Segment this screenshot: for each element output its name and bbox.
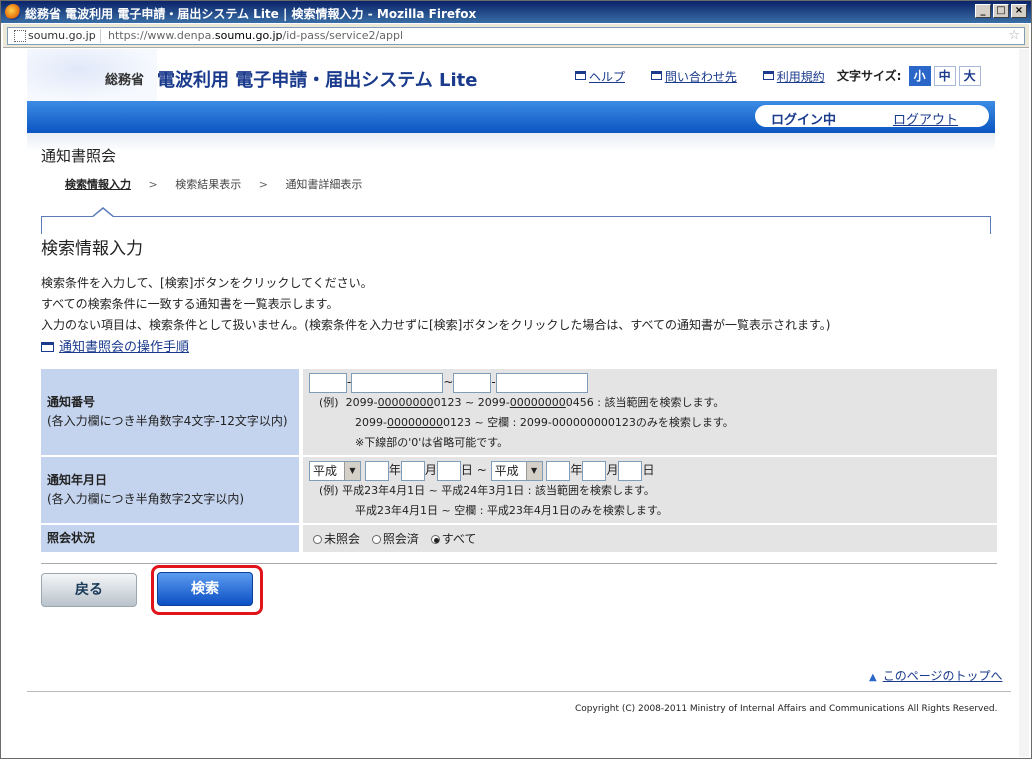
- radio-icon: [313, 534, 322, 544]
- status-viewed-option[interactable]: 照会済: [371, 532, 419, 546]
- url-text[interactable]: https://www.denpa.soumu.go.jp/id-pass/se…: [108, 29, 403, 43]
- notice-number-hint: (各入力欄につき半角数字4文字-12文字以内): [47, 414, 288, 428]
- page-heading: 検索情報入力: [41, 239, 143, 259]
- title-bar: 総務省 電波利用 電子申請・届出システム Lite | 検索情報入力 - Moz…: [1, 1, 1031, 23]
- manual-link[interactable]: 通知書照会の操作手順: [41, 340, 189, 355]
- font-size-label: 文字サイズ:: [837, 69, 902, 83]
- help-link[interactable]: ヘルプ: [575, 70, 625, 84]
- session-bar: ログイン中 ログアウト: [27, 101, 995, 133]
- header-links: ヘルプ 問い合わせ先 利用規約: [575, 68, 847, 85]
- maximize-button[interactable]: □: [993, 4, 1009, 18]
- manual-link-row: 通知書照会の操作手順: [41, 336, 189, 355]
- terms-link[interactable]: 利用規約: [762, 70, 825, 84]
- close-button[interactable]: ×: [1011, 4, 1027, 18]
- notice-date-hint: (各入力欄につき半角数字2文字以内): [47, 492, 244, 506]
- from-era-select[interactable]: 平成 ▼: [309, 460, 361, 481]
- notice-number-note: ※下線部の'0'は省略可能です。: [355, 436, 509, 449]
- from-year-input[interactable]: [364, 460, 389, 481]
- to-month-input[interactable]: [582, 460, 607, 481]
- window-icon: [575, 71, 586, 80]
- notice-from-part1-input[interactable]: [309, 372, 347, 393]
- minimize-button[interactable]: _: [975, 4, 991, 18]
- window-icon: [650, 71, 662, 80]
- notice-number-label: 通知番号: [47, 395, 96, 409]
- window-title: 総務省 電波利用 電子申請・届出システム Lite | 検索情報入力 - Moz…: [25, 7, 477, 21]
- ministry-logo: 総務省: [105, 73, 145, 88]
- step-current: 検索情報入力: [65, 178, 131, 191]
- logout-link[interactable]: ログアウト: [893, 109, 958, 128]
- url-field[interactable]: soumu.go.jp https://www.denpa.soumu.go.j…: [7, 27, 1025, 45]
- step-separator: >: [148, 178, 158, 191]
- chevron-down-icon: ▼: [525, 461, 542, 480]
- status-label: 照会状況: [47, 531, 96, 545]
- notice-number-row: 通知番号 (各入力欄につき半角数字4文字-12文字以内) - ~ - (例) 2099…: [41, 369, 997, 455]
- bookmark-star-icon[interactable]: ☆: [1008, 28, 1020, 43]
- font-size-small-button[interactable]: 小: [908, 66, 931, 86]
- notice-from-part2-input[interactable]: [351, 372, 444, 393]
- window-icon: [41, 342, 54, 352]
- chevron-down-icon: ▼: [344, 461, 360, 480]
- font-size-medium-button[interactable]: 中: [933, 66, 956, 86]
- to-era-select[interactable]: 平成 ▼: [490, 460, 543, 481]
- font-size-switcher: 文字サイズ: 小中大: [837, 66, 981, 86]
- site-identity[interactable]: soumu.go.jp: [10, 29, 101, 43]
- to-top-link[interactable]: このページのトップへ: [883, 669, 1003, 683]
- from-day-input[interactable]: [436, 460, 461, 481]
- copyright: Copyright (C) 2008-2011 Ministry of Inte…: [575, 704, 998, 714]
- search-button[interactable]: 検索: [157, 572, 253, 606]
- site-header: 総務省 電波利用 電子申請・届出システム Lite ヘルプ 問い合わせ先 利用規…: [27, 49, 995, 101]
- status-row: 照会状況 未照会 照会済 すべて: [41, 525, 997, 552]
- notice-date-row: 通知年月日 (各入力欄につき半角数字2文字以内) 平成 ▼ 年月日 ~ 平成 ▼ 年月…: [41, 457, 997, 523]
- radio-icon: [371, 534, 381, 544]
- section-title: 通知書照会: [41, 147, 117, 165]
- firefox-icon: [5, 4, 21, 20]
- contact-link[interactable]: 問い合わせ先: [650, 70, 737, 84]
- step-item: 通知書詳細表示: [285, 178, 363, 191]
- notice-to-part2-input[interactable]: [495, 372, 588, 393]
- window-icon: [762, 71, 774, 80]
- to-year-input[interactable]: [546, 460, 571, 481]
- step-separator: >: [258, 178, 268, 191]
- scrollbar[interactable]: [1019, 49, 1029, 757]
- session-pill: ログイン中 ログアウト: [755, 105, 989, 128]
- status-all-option[interactable]: すべて: [430, 532, 476, 546]
- browser-window: 総務省 電波利用 電子申請・届出システム Lite | 検索情報入力 - Moz…: [0, 0, 1032, 759]
- back-button[interactable]: 戻る: [41, 573, 137, 607]
- font-size-large-button[interactable]: 大: [958, 66, 981, 86]
- page-content: 総務省 電波利用 電子申請・届出システム Lite ヘルプ 問い合わせ先 利用規…: [3, 49, 1019, 757]
- status-unviewed-option[interactable]: 未照会: [313, 532, 360, 546]
- from-month-input[interactable]: [400, 460, 425, 481]
- search-form: 通知番号 (各入力欄につき半角数字4文字-12文字以内) - ~ - (例) 2099…: [41, 367, 997, 554]
- notice-number-example: (例) 2099-000000000123 ~ 2099-00000000045…: [319, 396, 725, 409]
- url-bar: soumu.go.jp https://www.denpa.soumu.go.j…: [3, 24, 1029, 48]
- system-title: 電波利用 電子申請・届出システム Lite: [157, 70, 478, 91]
- up-arrow-icon: ▲: [869, 672, 877, 683]
- notice-date-label: 通知年月日: [47, 473, 108, 487]
- content-frame-top: [41, 216, 991, 234]
- step-indicator: 検索情報入力 > 検索結果表示 > 通知書詳細表示: [65, 176, 376, 192]
- to-top-row: ▲ このページのトップへ: [869, 667, 1002, 684]
- instructions: 検索条件を入力して、[検索]ボタンをクリックしてください。 すべての検索条件に一…: [41, 276, 831, 332]
- notice-date-example: (例) 平成23年4月1日 ~ 平成24年3月1日 : 該当範囲を検索します。: [319, 484, 655, 497]
- login-status: ログイン中: [771, 113, 837, 128]
- radio-selected-icon: [430, 534, 440, 544]
- notice-to-part1-input[interactable]: [453, 372, 492, 393]
- step-item: 検索結果表示: [175, 178, 242, 191]
- to-day-input[interactable]: [618, 460, 643, 481]
